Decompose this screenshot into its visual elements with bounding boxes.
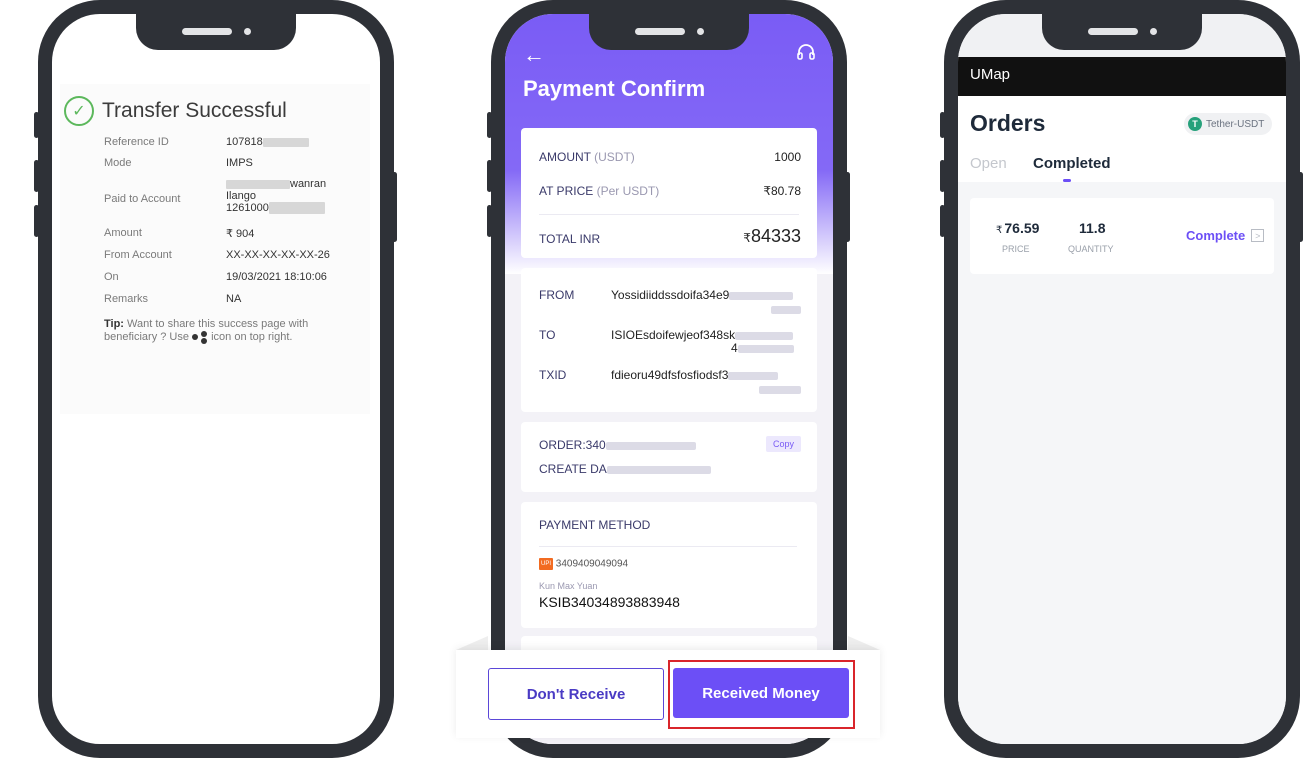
remarks-label: Remarks [104, 293, 149, 305]
txid-label: TXID [539, 368, 567, 382]
amount-value: 1000 [774, 150, 801, 164]
overlay-shadow-left [456, 636, 488, 650]
mute-switch [487, 112, 492, 138]
currency-badge[interactable]: T Tether-USDT [1184, 113, 1273, 135]
payment-method-card: PAYMENT METHOD UPI 3409409049094 Kun Max… [521, 502, 817, 628]
divider [539, 546, 797, 547]
notch [136, 14, 296, 50]
total-label: TOTAL INR [539, 232, 601, 246]
action-bar: Don't Receive Received Money [456, 650, 880, 738]
mute-switch [940, 112, 945, 138]
mute-switch [34, 112, 39, 138]
order-price: ₹76.59 [996, 220, 1040, 236]
amount-label: Amount [104, 227, 142, 239]
back-arrow-icon[interactable]: ← [523, 42, 545, 68]
order-label: ORDER:340 [539, 438, 696, 452]
paid-to-account-label: Paid to Account [104, 193, 181, 205]
order-card: ORDER:340 Copy CREATE DA [521, 422, 817, 492]
volume-down-button [34, 205, 39, 237]
complete-status[interactable]: Complete > [1186, 228, 1265, 243]
screen: ← Payment Confirm AMOUNT (USDT) 1000 AT … [505, 14, 833, 744]
price-label: PRICE [1002, 244, 1030, 254]
tether-icon: T [1188, 117, 1202, 131]
dont-receive-button[interactable]: Don't Receive [488, 668, 664, 720]
mode-value: IMPS [226, 157, 253, 169]
chevron-right-icon: > [1251, 229, 1265, 242]
divider [539, 214, 799, 215]
from-account-label: From Account [104, 249, 172, 261]
quantity-label: QUANTITY [1068, 244, 1114, 254]
total-value: ₹84333 [743, 226, 801, 246]
phone-orders: UMap Orders T Tether-USDT Open Completed… [940, 0, 1303, 758]
phone-payment-confirm: ← Payment Confirm AMOUNT (USDT) 1000 AT … [487, 0, 850, 758]
power-button [1298, 172, 1303, 242]
from-account-value: XX-XX-XX-XX-XX-26 [226, 249, 330, 261]
txid-value: fdieoru49dfsfosfiodsf3 [611, 368, 779, 382]
highlight-box [668, 660, 855, 729]
tip-text: Tip: Want to share this success page wit… [104, 318, 309, 345]
volume-down-button [487, 205, 492, 237]
screen: UMap Orders T Tether-USDT Open Completed… [958, 14, 1286, 744]
account-name: Kun Max Yuan [539, 581, 598, 591]
notch [1042, 14, 1202, 50]
create-date-label: CREATE DA [539, 462, 711, 476]
on-value: 19/03/2021 18:10:06 [226, 271, 327, 283]
reference-id-label: Reference ID [104, 136, 169, 148]
notch [589, 14, 749, 50]
upi-logo-icon: UPI [539, 558, 553, 570]
address-card: FROM Yossidiiddssdoifa34e9 TO ISIOEsdoif… [521, 268, 817, 412]
reference-id-value: 107818 [226, 136, 309, 148]
page-title: Orders [970, 110, 1046, 136]
payment-method-label: PAYMENT METHOD [539, 518, 651, 532]
from-label: FROM [539, 288, 575, 302]
volume-up-button [487, 160, 492, 192]
upi-row: UPI 3409409049094 [539, 558, 629, 570]
account-number: KSIB34034893883948 [539, 594, 680, 610]
tab-open[interactable]: Open [970, 155, 1007, 172]
amount-card: AMOUNT (USDT) 1000 AT PRICE (Per USDT) ₹… [521, 128, 817, 258]
order-quantity: 11.8 [1079, 220, 1106, 236]
on-label: On [104, 271, 119, 283]
overlay-shadow-right [848, 636, 880, 650]
to-value-line2: 4 [731, 341, 794, 355]
paid-to-account-value: wanran Ilango 1261000 [226, 178, 327, 215]
power-button [845, 172, 850, 242]
app-bar: UMap [958, 57, 1286, 96]
price-label: AT PRICE (Per USDT) [539, 184, 660, 198]
mode-label: Mode [104, 157, 132, 169]
order-item[interactable]: ₹76.59 PRICE 11.8 QUANTITY Complete > [970, 198, 1274, 274]
phone-transfer-successful: ✓ Transfer Successful Reference ID 10781… [34, 0, 397, 758]
share-icon [192, 331, 208, 345]
copy-button[interactable]: Copy [765, 436, 801, 452]
from-value: Yossidiiddssdoifa34e9 [611, 288, 794, 302]
page-title: Transfer Successful [102, 99, 287, 122]
check-circle-icon: ✓ [64, 96, 94, 126]
volume-up-button [34, 160, 39, 192]
tab-completed[interactable]: Completed [1033, 155, 1111, 172]
headset-icon[interactable] [797, 44, 815, 60]
stage: ✓ Transfer Successful Reference ID 10781… [0, 0, 1316, 758]
page-title: Payment Confirm [523, 76, 706, 101]
amount-value: ₹ 904 [226, 228, 255, 240]
to-label: TO [539, 328, 556, 342]
amount-label: AMOUNT (USDT) [539, 150, 635, 164]
to-value: ISIOEsdoifewjeof348sk [611, 328, 794, 342]
volume-up-button [940, 160, 945, 192]
power-button [392, 172, 397, 242]
screen: ✓ Transfer Successful Reference ID 10781… [52, 14, 380, 744]
volume-down-button [940, 205, 945, 237]
transfer-title: ✓ Transfer Successful [64, 96, 287, 126]
price-value: ₹80.78 [763, 184, 801, 198]
remarks-value: NA [226, 293, 242, 305]
